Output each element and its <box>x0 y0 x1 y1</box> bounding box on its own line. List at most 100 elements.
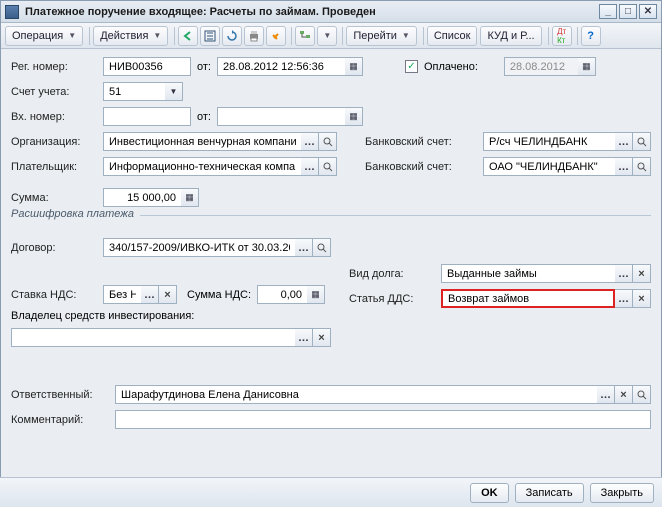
select-button[interactable]: … <box>615 264 633 283</box>
ok-button[interactable]: OK <box>470 483 509 503</box>
vatrate-input[interactable] <box>103 285 141 304</box>
decode-group: Расшифровка платежа <box>11 215 651 216</box>
sum-input[interactable] <box>103 188 181 207</box>
clear-button[interactable]: × <box>633 289 651 308</box>
close-window-button[interactable]: ✕ <box>639 4 657 19</box>
separator <box>577 27 578 45</box>
account-input[interactable] <box>103 82 165 101</box>
close-button[interactable]: Закрыть <box>590 483 654 503</box>
form-body: Рег. номер: от: ▦ ✓ Оплачено: ▦ Счет уче… <box>1 49 661 443</box>
contract-input[interactable] <box>103 238 295 257</box>
dds-label: Статья ДДС: <box>349 293 435 305</box>
select-button[interactable]: … <box>301 157 319 176</box>
goto-menu[interactable]: Перейти▼ <box>346 26 417 46</box>
separator <box>423 27 424 45</box>
tree-dd-icon[interactable]: ▼ <box>317 26 337 46</box>
row-owner: … × <box>11 328 331 347</box>
paid-checkbox[interactable]: ✓ <box>405 60 418 73</box>
lookup-icon[interactable] <box>313 238 331 257</box>
dds-input[interactable] <box>441 289 615 308</box>
owner-label: Владелец средств инвестирования: <box>11 310 194 322</box>
row-regno: Рег. номер: от: ▦ ✓ Оплачено: ▦ <box>11 57 651 76</box>
calc-icon[interactable]: ▦ <box>307 285 325 304</box>
actions-menu[interactable]: Действия▼ <box>93 26 168 46</box>
ok-label: OK <box>481 487 498 499</box>
chevron-down-icon: ▼ <box>68 31 76 40</box>
regdate-group: ▦ <box>217 57 363 76</box>
paiddate-group: ▦ <box>504 57 596 76</box>
resp-input[interactable] <box>115 385 597 404</box>
kudir-button[interactable]: КУД и Р... <box>480 26 541 46</box>
indate-input[interactable] <box>217 107 345 126</box>
debt-input[interactable] <box>441 264 615 283</box>
select-button[interactable]: … <box>141 285 159 304</box>
regno-label: Рег. номер: <box>11 61 97 73</box>
select-button[interactable]: … <box>597 385 615 404</box>
lookup-icon[interactable] <box>633 385 651 404</box>
vatsum-input[interactable] <box>257 285 307 304</box>
select-button[interactable]: … <box>615 289 633 308</box>
account-dropdown-icon[interactable]: ▼ <box>165 82 183 101</box>
org-label: Организация: <box>11 136 97 148</box>
calc-icon[interactable]: ▦ <box>181 188 199 207</box>
comment-input[interactable] <box>115 410 651 429</box>
clear-button[interactable]: × <box>159 285 177 304</box>
calendar-icon[interactable]: ▦ <box>578 57 596 76</box>
regdate-input[interactable] <box>217 57 345 76</box>
account-group: ▼ <box>103 82 183 101</box>
lookup-icon[interactable] <box>633 157 651 176</box>
clear-button[interactable]: × <box>633 264 651 283</box>
lookup-icon[interactable] <box>633 132 651 151</box>
lookup-icon[interactable] <box>319 157 337 176</box>
tree-icon[interactable] <box>295 26 315 46</box>
indate-group: ▦ <box>217 107 363 126</box>
lookup-icon[interactable] <box>319 132 337 151</box>
paiddate-input[interactable] <box>504 57 578 76</box>
regno-input[interactable] <box>103 57 191 76</box>
account-label: Счет учета: <box>11 86 97 98</box>
clear-button[interactable]: × <box>313 328 331 347</box>
nav-back-icon[interactable] <box>178 26 198 46</box>
contract-label: Договор: <box>11 242 97 254</box>
calendar-icon[interactable]: ▦ <box>345 57 363 76</box>
bank2-input[interactable] <box>483 157 615 176</box>
org-group: … <box>103 132 337 151</box>
clear-button[interactable]: × <box>615 385 633 404</box>
inno-input[interactable] <box>103 107 191 126</box>
row-owner-label: Владелец средств инвестирования: <box>11 310 331 322</box>
org-input[interactable] <box>103 132 301 151</box>
calendar-icon[interactable]: ▦ <box>345 107 363 126</box>
refresh-icon[interactable] <box>222 26 242 46</box>
bank2-label: Банковский счет: <box>365 161 477 173</box>
row-vat: Ставка НДС: … × Сумма НДС: ▦ <box>11 285 331 304</box>
list-button[interactable]: Список <box>427 26 478 46</box>
attach-icon[interactable] <box>266 26 286 46</box>
select-button[interactable]: … <box>615 157 633 176</box>
row-debt: Вид долга: … × <box>349 264 651 283</box>
bottom-bar: OK Записать Закрыть <box>0 477 662 507</box>
window-title: Платежное поручение входящее: Расчеты по… <box>25 6 597 18</box>
help-icon[interactable]: ? <box>581 26 601 46</box>
maximize-button[interactable]: □ <box>619 4 637 19</box>
recalc-icon[interactable] <box>200 26 220 46</box>
owner-input[interactable] <box>11 328 295 347</box>
operation-menu[interactable]: Операция▼ <box>5 26 83 46</box>
payer-input[interactable] <box>103 157 301 176</box>
vatsum-label: Сумма НДС: <box>187 289 251 301</box>
bank1-input[interactable] <box>483 132 615 151</box>
select-button[interactable]: … <box>295 238 313 257</box>
save-button[interactable]: Записать <box>515 483 584 503</box>
minimize-button[interactable]: _ <box>599 4 617 19</box>
sum-label: Сумма: <box>11 192 97 204</box>
decode-label: Расшифровка платежа <box>11 208 140 220</box>
select-button[interactable]: … <box>295 328 313 347</box>
separator <box>174 27 175 45</box>
close-label: Закрыть <box>601 487 643 499</box>
print-icon[interactable] <box>244 26 264 46</box>
debt-group: … × <box>441 264 651 283</box>
dtkt-icon[interactable]: ДтКт <box>552 26 572 46</box>
select-button[interactable]: … <box>615 132 633 151</box>
vatsum-group: ▦ <box>257 285 325 304</box>
list-label: Список <box>434 30 471 42</box>
select-button[interactable]: … <box>301 132 319 151</box>
